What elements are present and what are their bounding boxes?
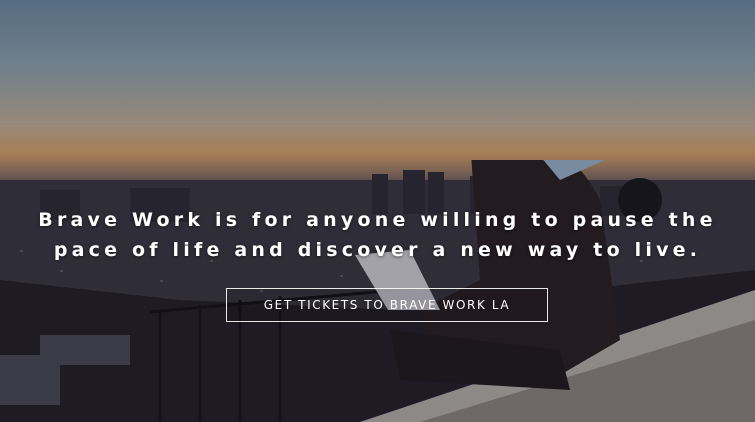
get-tickets-button[interactable]: GET TICKETS TO BRAVE WORK LA [226, 288, 548, 322]
hero-headline: Brave Work is for anyone willing to paus… [0, 205, 755, 265]
headline-line-2: pace of life and discover a new way to l… [53, 239, 702, 261]
hero-section: Brave Work is for anyone willing to paus… [0, 0, 755, 422]
headline-line-1: Brave Work is for anyone willing to paus… [38, 209, 717, 231]
